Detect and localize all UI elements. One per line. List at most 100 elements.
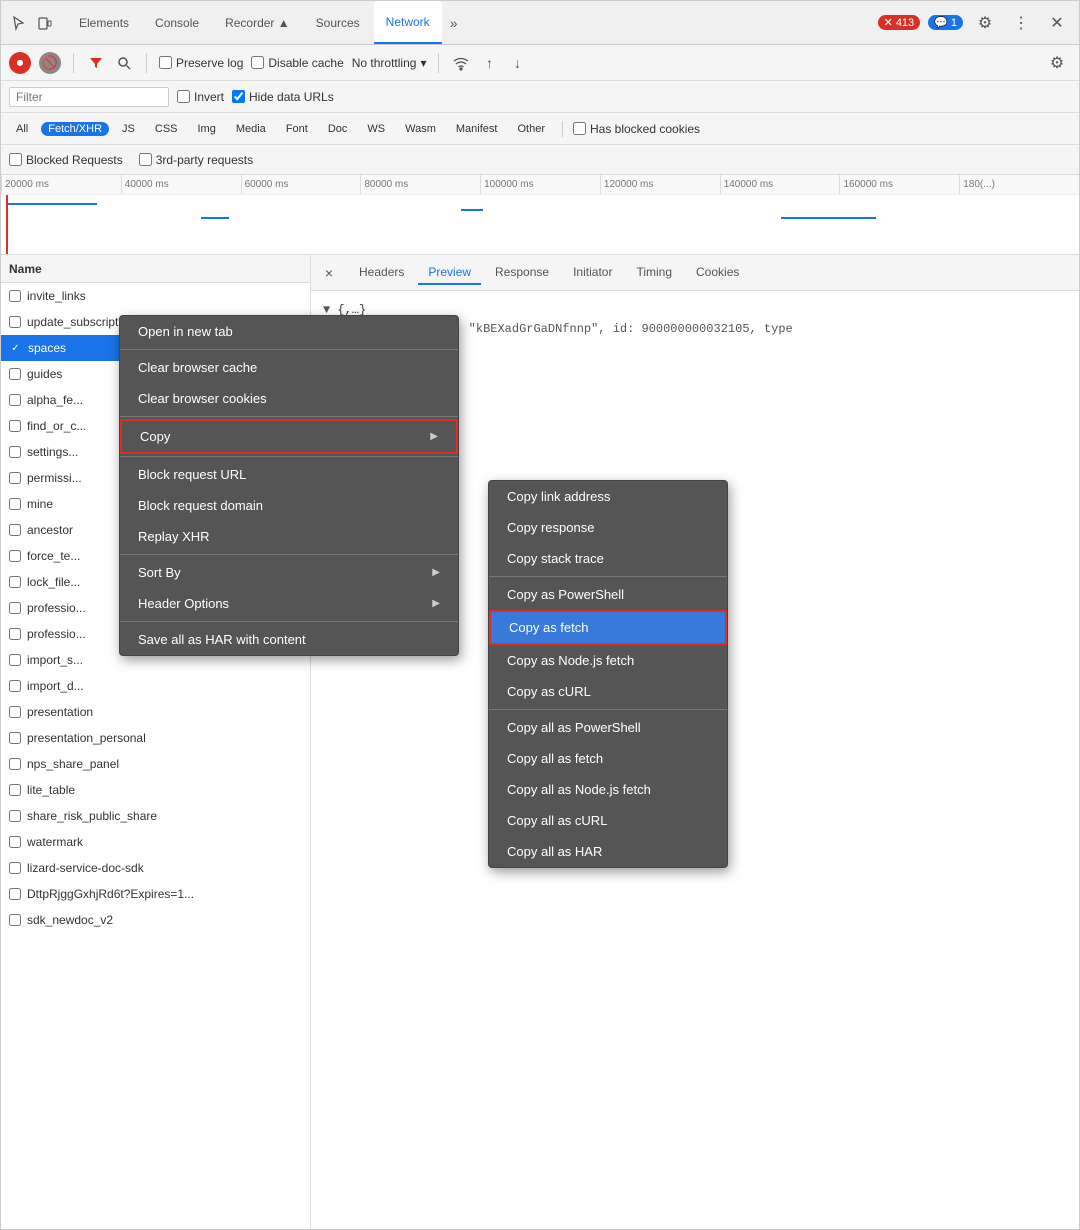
- spaces-checkbox[interactable]: [9, 342, 22, 355]
- sub-copy-curl[interactable]: Copy as cURL: [489, 676, 727, 707]
- blocked-requests-check[interactable]: Blocked Requests: [9, 153, 123, 167]
- wifi-icon[interactable]: [451, 53, 471, 73]
- tab-elements[interactable]: Elements: [67, 1, 141, 44]
- sub-copy-all-nodejs-fetch[interactable]: Copy all as Node.js fetch: [489, 774, 727, 805]
- has-blocked-cookies-check[interactable]: Has blocked cookies: [573, 122, 700, 136]
- tab-timing[interactable]: Timing: [626, 261, 682, 285]
- third-party-check[interactable]: 3rd-party requests: [139, 153, 253, 167]
- sub-copy-response[interactable]: Copy response: [489, 512, 727, 543]
- sub-copy-stack-trace[interactable]: Copy stack trace: [489, 543, 727, 574]
- timeline-bar-2: [201, 217, 229, 219]
- request-item-invite-links[interactable]: invite_links: [1, 283, 310, 309]
- ctx-clear-cache[interactable]: Clear browser cache: [120, 352, 458, 383]
- ctx-clear-cookies[interactable]: Clear browser cookies: [120, 383, 458, 414]
- more-options-icon[interactable]: ⋮: [1007, 9, 1035, 37]
- device-icon[interactable]: [35, 13, 55, 33]
- request-item-lite-table[interactable]: lite_table: [1, 777, 310, 803]
- copy-submenu[interactable]: Copy link address Copy response Copy sta…: [488, 480, 728, 868]
- context-menu[interactable]: Open in new tab Clear browser cache Clea…: [119, 315, 459, 656]
- request-item-dttp[interactable]: DttpRjggGxhjRd6t?Expires=1...: [1, 881, 310, 907]
- upload-icon[interactable]: ↑: [479, 53, 499, 73]
- request-item-sdk-newdoc[interactable]: sdk_newdoc_v2: [1, 907, 310, 933]
- toolbar-right: ⚙: [1043, 49, 1071, 77]
- tab-preview[interactable]: Preview: [418, 261, 481, 285]
- request-item-presentation-personal[interactable]: presentation_personal: [1, 725, 310, 751]
- preserve-log-check[interactable]: Preserve log: [159, 56, 243, 70]
- tick-6: 120000 ms: [600, 175, 720, 194]
- tab-recorder[interactable]: Recorder ▲: [213, 1, 302, 44]
- record-button[interactable]: ⏺: [9, 52, 31, 74]
- request-item-watermark[interactable]: watermark: [1, 829, 310, 855]
- ctx-save-har[interactable]: Save all as HAR with content: [120, 624, 458, 655]
- ctx-copy[interactable]: Copy: [120, 419, 458, 454]
- type-btn-media[interactable]: Media: [229, 122, 273, 136]
- type-btn-ws[interactable]: WS: [360, 122, 392, 136]
- devtools-window: Elements Console Recorder ▲ Sources Netw…: [0, 0, 1080, 1230]
- filter-icon[interactable]: [86, 53, 106, 73]
- type-btn-fetch-xhr[interactable]: Fetch/XHR: [41, 122, 109, 136]
- invert-check[interactable]: Invert: [177, 90, 224, 104]
- type-btn-img[interactable]: Img: [191, 122, 223, 136]
- sub-copy-link[interactable]: Copy link address: [489, 481, 727, 512]
- ctx-replay-xhr[interactable]: Replay XHR: [120, 521, 458, 552]
- tab-more[interactable]: »: [444, 11, 464, 35]
- request-item-share-risk[interactable]: share_risk_public_share: [1, 803, 310, 829]
- type-btn-all[interactable]: All: [9, 122, 35, 136]
- request-item-import-d[interactable]: import_d...: [1, 673, 310, 699]
- hide-data-urls-check[interactable]: Hide data URLs: [232, 90, 334, 104]
- type-btn-wasm[interactable]: Wasm: [398, 122, 443, 136]
- sub-copy-fetch[interactable]: Copy as fetch: [489, 610, 727, 645]
- request-item-lizard[interactable]: lizard-service-doc-sdk: [1, 855, 310, 881]
- ctx-open-new-tab[interactable]: Open in new tab: [120, 316, 458, 347]
- tab-bar-icons: [9, 13, 55, 33]
- ctx-header-options[interactable]: Header Options: [120, 588, 458, 619]
- tab-console[interactable]: Console: [143, 1, 211, 44]
- filter-input[interactable]: [9, 87, 169, 107]
- ctx-block-url[interactable]: Block request URL: [120, 459, 458, 490]
- tab-headers[interactable]: Headers: [349, 261, 414, 285]
- detail-close-button[interactable]: ×: [319, 263, 339, 283]
- request-list-header: Name: [1, 255, 310, 283]
- tick-1: 20000 ms: [1, 175, 121, 194]
- sub-sep-1: [489, 576, 727, 577]
- sub-copy-all-fetch[interactable]: Copy all as fetch: [489, 743, 727, 774]
- request-item-presentation[interactable]: presentation: [1, 699, 310, 725]
- type-btn-css[interactable]: CSS: [148, 122, 185, 136]
- download-icon[interactable]: ↓: [507, 53, 527, 73]
- settings-icon[interactable]: ⚙: [971, 9, 999, 37]
- request-item-nps-share-panel[interactable]: nps_share_panel: [1, 751, 310, 777]
- ctx-sort-by[interactable]: Sort By: [120, 557, 458, 588]
- sub-copy-all-har[interactable]: Copy all as HAR: [489, 836, 727, 867]
- disable-cache-check[interactable]: Disable cache: [251, 56, 343, 70]
- cursor-icon[interactable]: [9, 13, 29, 33]
- sub-copy-all-powershell[interactable]: Copy all as PowerShell: [489, 712, 727, 743]
- error-badge[interactable]: ✕ 413: [878, 15, 921, 30]
- tab-sources[interactable]: Sources: [304, 1, 372, 44]
- throttle-select[interactable]: No throttling ▾: [352, 56, 427, 70]
- close-icon[interactable]: ✕: [1043, 9, 1071, 37]
- sub-copy-all-curl[interactable]: Copy all as cURL: [489, 805, 727, 836]
- tab-response[interactable]: Response: [485, 261, 559, 285]
- tab-initiator[interactable]: Initiator: [563, 261, 622, 285]
- toolbar-separator-1: [73, 53, 74, 73]
- type-btn-other[interactable]: Other: [510, 122, 552, 136]
- type-btn-manifest[interactable]: Manifest: [449, 122, 505, 136]
- toolbar-separator-2: [146, 53, 147, 73]
- tab-network[interactable]: Network: [374, 1, 442, 44]
- type-bar: All Fetch/XHR JS CSS Img Media Font Doc …: [1, 113, 1079, 145]
- tick-4: 80000 ms: [360, 175, 480, 194]
- network-settings-icon[interactable]: ⚙: [1043, 49, 1071, 77]
- search-icon[interactable]: [114, 53, 134, 73]
- type-btn-doc[interactable]: Doc: [321, 122, 355, 136]
- sub-copy-powershell[interactable]: Copy as PowerShell: [489, 579, 727, 610]
- tick-2: 40000 ms: [121, 175, 241, 194]
- tab-cookies[interactable]: Cookies: [686, 261, 749, 285]
- timeline-area[interactable]: 20000 ms 40000 ms 60000 ms 80000 ms 1000…: [1, 175, 1079, 255]
- ctx-block-domain[interactable]: Block request domain: [120, 490, 458, 521]
- message-badge[interactable]: 💬 1: [928, 15, 963, 30]
- type-btn-js[interactable]: JS: [115, 122, 142, 136]
- type-btn-font[interactable]: Font: [279, 122, 315, 136]
- timeline-bar-1: [7, 203, 97, 205]
- stop-button[interactable]: 🚫: [39, 52, 61, 74]
- sub-copy-nodejs-fetch[interactable]: Copy as Node.js fetch: [489, 645, 727, 676]
